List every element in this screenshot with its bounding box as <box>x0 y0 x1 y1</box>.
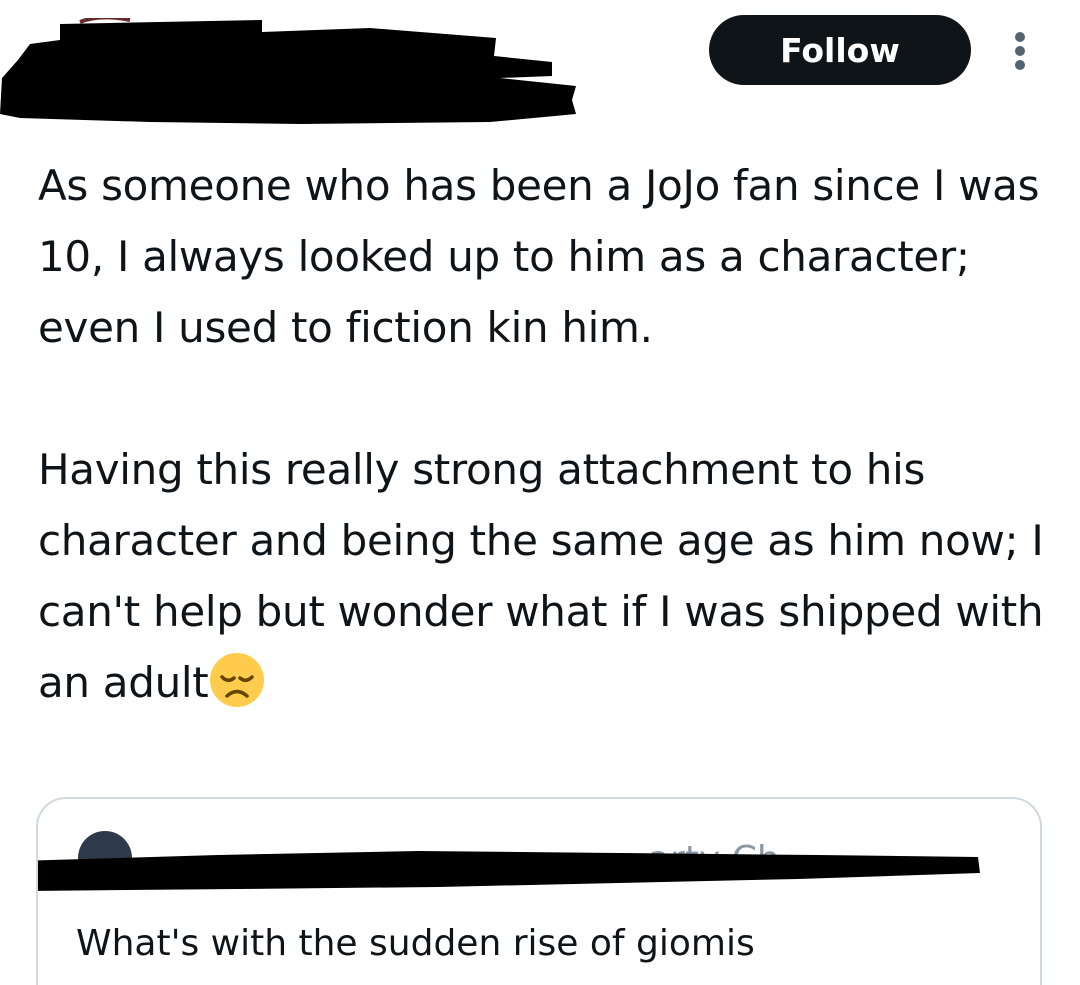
tweet-paragraph-2: Having this really strong attachment to … <box>38 434 1058 718</box>
tweet-body: As someone who has been a JoJo fan since… <box>38 150 1058 718</box>
redacted-author-name <box>0 18 576 124</box>
more-options-icon[interactable] <box>1003 30 1037 72</box>
quoted-tweet-text: What's with the sudden rise of giomis <box>76 923 755 964</box>
disappointed-face-icon <box>210 653 265 707</box>
follow-button[interactable]: Follow <box>709 15 971 85</box>
quoted-tweet[interactable]: arty Ch What's with the sudden rise of g… <box>36 797 1042 985</box>
tweet-paragraph-2-text: Having this really strong attachment to … <box>38 445 1044 707</box>
tweet-paragraph-1: As someone who has been a JoJo fan since… <box>38 161 1040 352</box>
redacted-quoted-author <box>38 851 980 891</box>
